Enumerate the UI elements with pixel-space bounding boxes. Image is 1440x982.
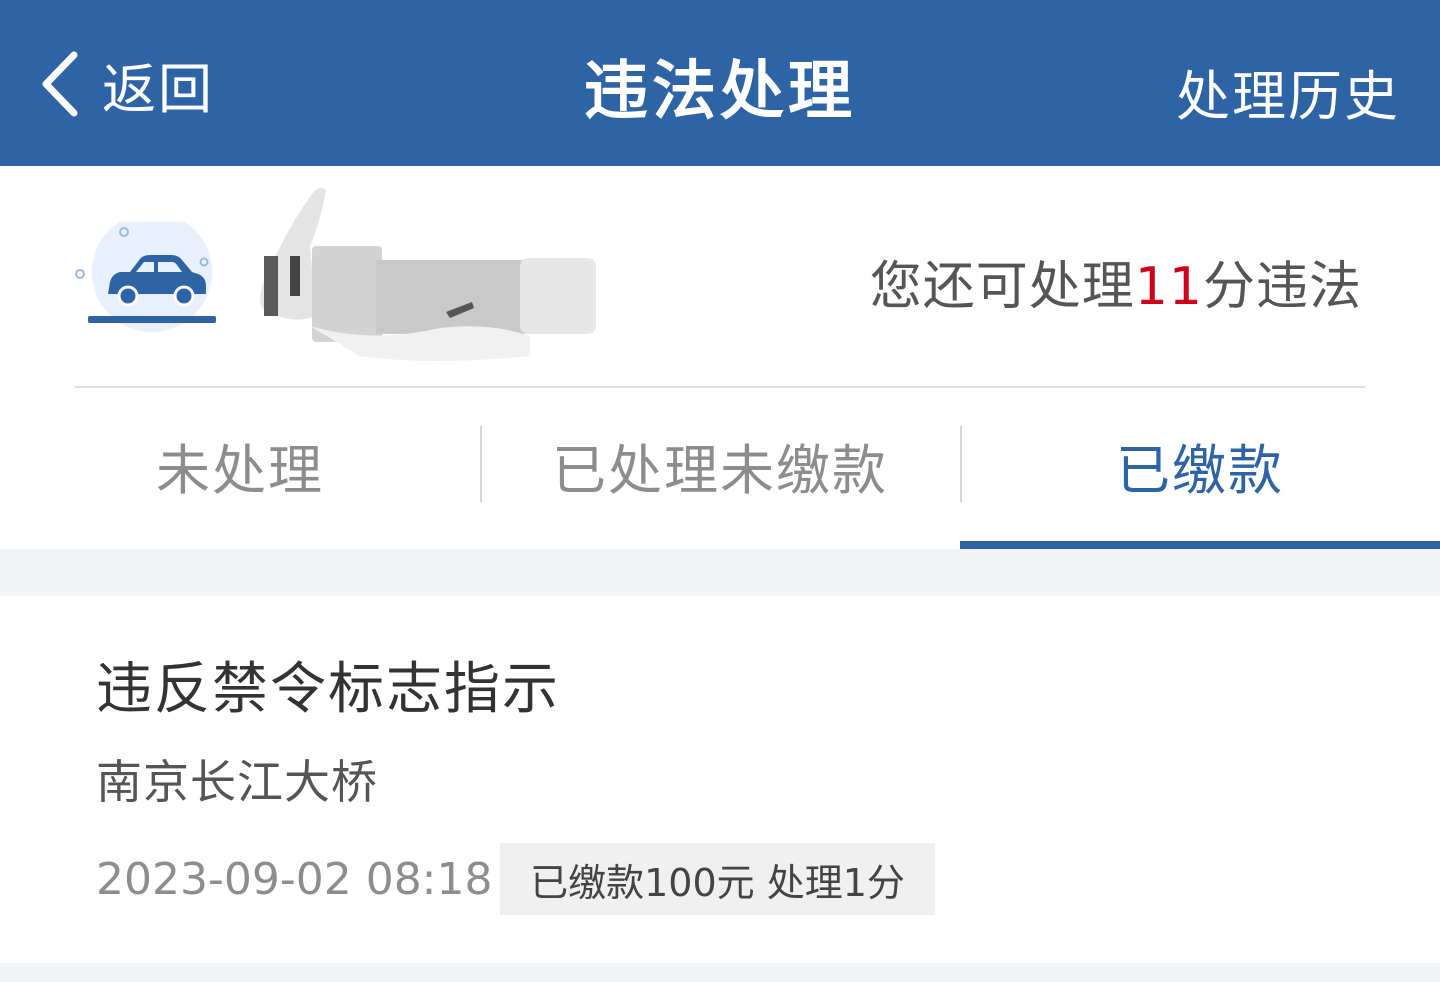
app-header: 返回 违法处理 处理历史 — [0, 0, 1440, 166]
points-suffix: 分违法 — [1202, 257, 1362, 317]
history-button[interactable]: 处理历史 — [1176, 52, 1400, 131]
tab-paid[interactable]: 已缴款 — [960, 388, 1440, 549]
plate-redacted — [260, 187, 596, 361]
vehicle-card: 您还可处理11分违法 未处理 已处理未缴款 已缴款 — [0, 166, 1440, 549]
tab-unprocessed[interactable]: 未处理 — [0, 388, 480, 549]
violation-time: 2023-09-02 08:18 — [96, 854, 493, 905]
remaining-points-text: 您还可处理11分违法 — [870, 244, 1362, 319]
points-prefix: 您还可处理 — [869, 257, 1135, 317]
points-value: 11 — [1134, 257, 1203, 317]
tab-bar: 未处理 已处理未缴款 已缴款 — [0, 388, 1440, 549]
payment-status-badge: 已缴款100元 处理1分 — [500, 843, 935, 915]
violation-record[interactable]: 违反禁令标志指示 南京长江大桥 2023-09-02 08:18 已缴款100元… — [0, 596, 1440, 963]
violation-title: 违反禁令标志指示 — [96, 657, 560, 722]
violation-location: 南京长江大桥 — [96, 755, 378, 809]
tab-processed-unpaid[interactable]: 已处理未缴款 — [480, 388, 960, 549]
car-icon — [75, 222, 216, 332]
